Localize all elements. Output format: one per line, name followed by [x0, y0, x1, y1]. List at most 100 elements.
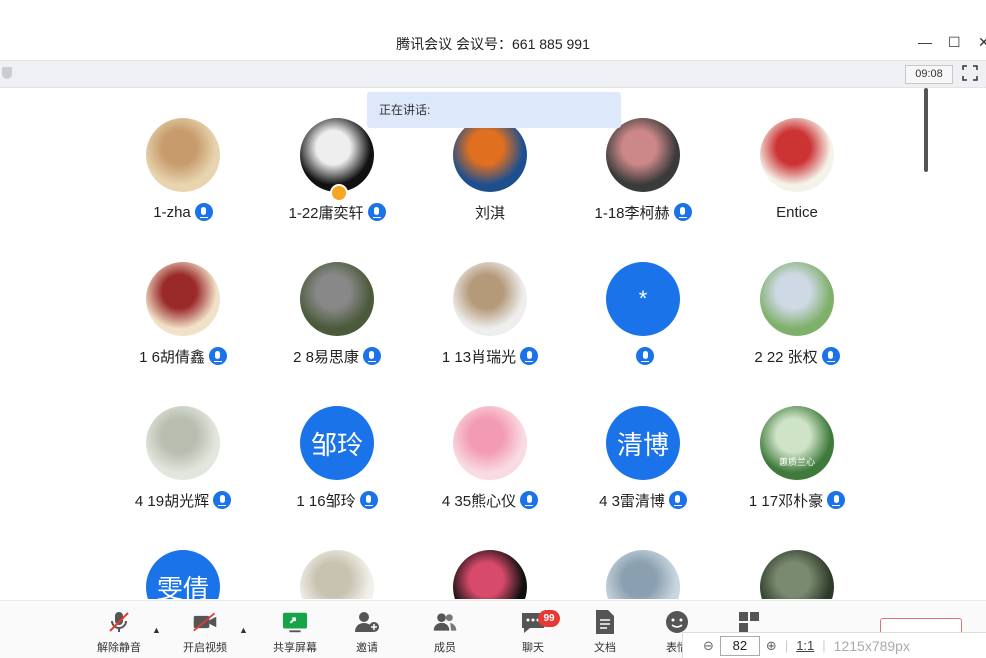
avatar — [760, 262, 834, 336]
participant-tile[interactable]: 4 19胡光辉 — [103, 398, 263, 528]
avatar — [453, 406, 527, 480]
participant-tile[interactable]: 邹玲 1 16邹玲 — [257, 398, 417, 528]
avatar: 雯倩 — [146, 550, 220, 599]
start-video-button[interactable]: 开启视频 — [170, 609, 240, 655]
participant-name: 1-zha — [153, 203, 191, 221]
participant-tile[interactable] — [563, 542, 723, 599]
participant-tile[interactable]: 蕙质兰心 1 17邓朴豪 — [717, 398, 877, 528]
mic-on-icon — [194, 203, 213, 221]
window-title: 腾讯会议 会议号：661 885 991 — [396, 36, 590, 52]
avatar — [606, 550, 680, 599]
maximize-button[interactable]: ☐ — [948, 34, 961, 51]
participant-name-row — [563, 346, 723, 366]
participant-tile[interactable] — [257, 542, 417, 599]
participant-tile[interactable]: 清博 4 3雷清博 — [563, 398, 723, 528]
participant-name-row: 1-zha — [103, 202, 263, 222]
participant-name: 1 16邹玲 — [296, 492, 356, 510]
document-button[interactable]: 文档 — [570, 609, 640, 655]
participant-name-row: 1 17邓朴豪 — [717, 490, 877, 510]
fullscreen-icon[interactable] — [962, 65, 980, 83]
mic-on-icon — [362, 347, 381, 365]
participant-tile[interactable]: Entice — [717, 110, 877, 240]
image-dimensions: 1215x789px — [833, 637, 910, 654]
participant-gallery: 1-zha 1-22庸奕轩 刘淇 1-18李柯赫 Entice 1 6胡倩鑫 2 8易思康 1… — [0, 87, 986, 599]
participant-tile[interactable]: * — [563, 254, 723, 384]
participant-name-row: 4 3雷清博 — [563, 490, 723, 510]
avatar — [453, 262, 527, 336]
participant-name: 2 22 张权 — [754, 348, 818, 366]
mic-on-icon — [367, 203, 386, 221]
close-button[interactable]: ✕ — [978, 34, 986, 51]
avatar — [300, 118, 374, 192]
invite-button[interactable]: 邀请 — [332, 609, 402, 655]
video-options-arrow[interactable]: ▲ — [239, 625, 248, 635]
participant-tile[interactable]: 1 13肖瑞光 — [410, 254, 570, 384]
participant-tile[interactable]: 雯倩 — [103, 542, 263, 599]
avatar — [760, 550, 834, 599]
avatar: 蕙质兰心 — [760, 406, 834, 480]
participant-name: 4 35熊心仪 — [441, 492, 517, 510]
avatar — [146, 118, 220, 192]
participant-name: 4 3雷清博 — [599, 492, 665, 510]
audio-options-arrow[interactable]: ▲ — [152, 625, 161, 635]
members-button[interactable]: 成员 — [410, 609, 480, 655]
unmute-button[interactable]: 解除静音 — [84, 609, 154, 655]
participant-name-row: 刘淇 — [410, 202, 570, 222]
participant-name-row: 1-22庸奕轩 — [257, 202, 417, 222]
minimize-button[interactable]: — — [918, 34, 932, 50]
divider: | — [784, 638, 789, 653]
participant-name: 1 13肖瑞光 — [441, 348, 517, 366]
meeting-timer: 09:08 — [905, 65, 953, 84]
participant-name-row: Entice — [717, 202, 877, 222]
participant-tile[interactable]: 1-18李柯赫 — [563, 110, 723, 240]
security-shield-icon[interactable] — [2, 67, 12, 79]
participant-name-row: 2 22 张权 — [717, 346, 877, 366]
participant-tile[interactable]: 2 8易思康 — [257, 254, 417, 384]
participant-name-row: 1 13肖瑞光 — [410, 346, 570, 366]
title-bar: 腾讯会议 会议号：661 885 991 — ☐ ✕ — [0, 26, 986, 61]
participant-name: 2 8易思康 — [293, 348, 359, 366]
invite-icon — [354, 609, 380, 635]
participant-name-row: 1-18李柯赫 — [563, 202, 723, 222]
mic-on-icon — [668, 491, 687, 509]
participant-tile[interactable]: 1-22庸奕轩 — [257, 110, 417, 240]
share-screen-button[interactable]: 共享屏幕 — [260, 609, 330, 655]
video-off-icon — [192, 609, 218, 635]
participant-name: 1 6胡倩鑫 — [139, 348, 205, 366]
avatar — [146, 406, 220, 480]
host-badge-icon — [330, 184, 348, 202]
participant-name: 1-22庸奕轩 — [288, 204, 364, 222]
mic-on-icon — [208, 347, 227, 365]
avatar — [606, 118, 680, 192]
participant-tile[interactable]: 刘淇 — [410, 110, 570, 240]
mic-on-icon — [636, 347, 654, 365]
participant-tile[interactable] — [410, 542, 570, 599]
zoom-out-icon[interactable]: ⊖ — [703, 638, 714, 654]
share-screen-icon — [282, 609, 308, 635]
participant-tile[interactable]: 1-zha — [103, 110, 263, 240]
participant-name-row: 2 8易思康 — [257, 346, 417, 366]
avatar: 清博 — [606, 406, 680, 480]
participant-name-row: 4 35熊心仪 — [410, 490, 570, 510]
avatar: * — [606, 262, 680, 336]
zoom-input[interactable]: 82 — [719, 635, 760, 656]
gallery-scrollbar[interactable] — [924, 88, 928, 172]
actual-size-button[interactable]: 1:1 — [796, 638, 814, 653]
participant-name-row: 4 19胡光辉 — [103, 490, 263, 510]
participant-name-row: 1 16邹玲 — [257, 490, 417, 510]
avatar — [300, 262, 374, 336]
meeting-info-bar: 09:08 — [0, 61, 986, 88]
participant-tile[interactable] — [717, 542, 877, 599]
mic-on-icon — [827, 491, 846, 509]
avatar — [453, 550, 527, 599]
top-blank-area — [0, 0, 986, 26]
participant-tile[interactable]: 4 35熊心仪 — [410, 398, 570, 528]
mic-on-icon — [213, 491, 232, 509]
participant-name-row: 1 6胡倩鑫 — [103, 346, 263, 366]
divider: | — [822, 638, 826, 653]
mic-on-icon — [520, 347, 539, 365]
participant-tile[interactable]: 2 22 张权 — [717, 254, 877, 384]
zoom-in-icon[interactable]: ⊕ — [766, 638, 777, 654]
chat-unread-badge: 99 — [538, 610, 560, 627]
participant-tile[interactable]: 1 6胡倩鑫 — [103, 254, 263, 384]
